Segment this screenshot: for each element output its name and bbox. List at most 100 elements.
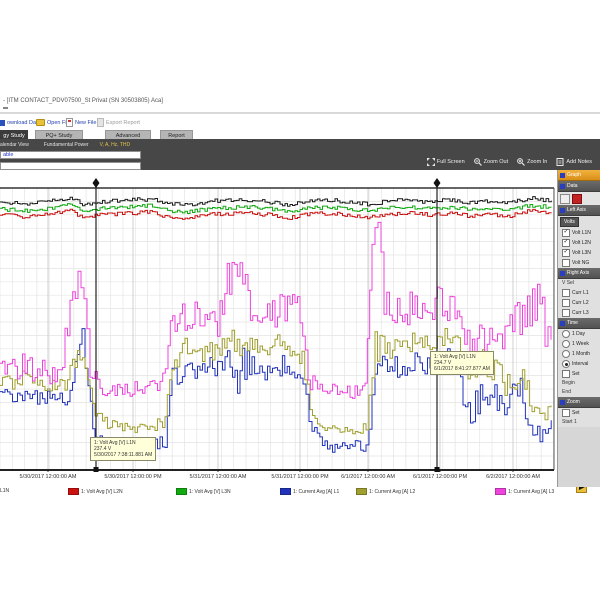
legend-swatch <box>68 488 79 495</box>
cursor-tooltip: 1: Volt Avg [V] L1N237.4 V5/30/2017 7:38… <box>90 437 156 461</box>
panel-header-label: Data <box>567 183 578 189</box>
chart-view-controls: Full Screen Zoom Out Zoom In <box>427 156 592 168</box>
sidebar-checkbox[interactable]: ✓Volt L2N <box>558 238 600 248</box>
export-report-icon <box>97 118 104 127</box>
checkbox-label: Curr L3 <box>572 310 589 316</box>
sidebar-button-row: Volts <box>558 216 600 228</box>
checkbox-label: Set <box>572 371 580 377</box>
download-data-button[interactable]: ownload Data <box>0 117 41 128</box>
x-axis: 5/30/2017 12:00:00 AM5/30/2017 12:00:00 … <box>0 473 556 485</box>
radio-label: Interval <box>572 361 588 367</box>
sidebar-radio[interactable]: 1 Week <box>558 339 600 349</box>
legend-item: 1: Volt Avg [V] L2N <box>68 488 123 495</box>
axis-units-button[interactable]: Volts <box>560 217 579 227</box>
sidebar-panel-header[interactable]: Left Axis <box>558 205 600 216</box>
grid-tool-button[interactable] <box>560 194 570 204</box>
separator <box>0 112 600 114</box>
legend-item: L1N <box>0 488 9 494</box>
x-tick-label: 6/1/2017 12:00:00 AM <box>341 474 395 480</box>
legend-label: 1: Current Avg [A] L3 <box>508 489 554 495</box>
legend-label: 1: Volt Avg [V] L2N <box>81 489 123 495</box>
add-notes-label: Add Notes <box>566 159 592 165</box>
radio-icon <box>562 360 570 368</box>
add-notes-button[interactable]: Add Notes <box>556 158 592 166</box>
legend-swatch <box>280 488 291 495</box>
full-screen-icon <box>427 158 435 166</box>
sidebar-panel-header[interactable]: Right Axis <box>558 268 600 279</box>
x-tick-label: 5/30/2017 12:00:00 PM <box>104 474 161 480</box>
panel-collapse-icon <box>560 208 565 213</box>
secondary-select-input[interactable] <box>0 162 141 170</box>
panel-collapse-icon <box>560 400 565 405</box>
legend-label: 1: Current Avg [A] L1 <box>293 489 339 495</box>
sidebar-checkbox[interactable]: ✓Volt L3N <box>558 248 600 258</box>
sidebar-radio[interactable]: 1 Day <box>558 329 600 339</box>
download-icon <box>0 120 5 126</box>
record-tool-button[interactable] <box>572 194 582 204</box>
radio-label: 1 Month <box>572 351 590 357</box>
full-screen-button[interactable]: Full Screen <box>427 158 465 166</box>
sidebar-checkbox[interactable]: ✓Volt L1N <box>558 228 600 238</box>
radio-icon <box>562 330 570 338</box>
sidebar-checkbox[interactable]: Curr L2 <box>558 298 600 308</box>
sidebar-label: V Sel <box>558 279 600 288</box>
full-screen-label: Full Screen <box>437 159 465 165</box>
sidebar-checkbox[interactable]: Curr L1 <box>558 288 600 298</box>
sidebar-panel-header[interactable]: Zoom <box>558 397 600 408</box>
sidebar-panel-header[interactable]: Time <box>558 318 600 329</box>
menu-v-a-hz-thd[interactable]: V, A, Hz, THD <box>100 142 131 148</box>
legend-swatch <box>176 488 187 495</box>
panel-header-label: Left Axis <box>567 207 586 213</box>
panel-collapse-icon <box>560 321 565 326</box>
sidebar-checkbox[interactable]: Curr L3 <box>558 308 600 318</box>
new-file-label: New File <box>75 120 96 126</box>
sidebar-radio[interactable]: Interval <box>558 359 600 369</box>
sidebar-label: Start 1 <box>558 418 600 427</box>
view-menubar: alendar View Fundamental Power V, A, Hz,… <box>0 140 130 149</box>
legend-item: 1: Current Avg [A] L2 <box>356 488 415 495</box>
sidebar-radio[interactable]: 1 Month <box>558 349 600 359</box>
menu-calendar-view[interactable]: alendar View <box>0 142 29 148</box>
sidebar-checkbox[interactable]: Set <box>558 369 600 379</box>
legend-item: 1: Current Avg [A] L1 <box>280 488 339 495</box>
checkbox-label: Curr L2 <box>572 300 589 306</box>
checkbox-icon <box>562 309 570 317</box>
panel-collapse-icon <box>560 173 565 178</box>
checkbox-label: Curr L1 <box>572 290 589 296</box>
app-window: - [ITM CONTACT_PDV07500_St Privat (SN 30… <box>0 0 600 600</box>
legend-swatch <box>356 488 367 495</box>
checkbox-label: Set <box>572 410 580 416</box>
checkbox-label: Volt NG <box>572 260 589 266</box>
main-toolbar: ownload Data Open File New File Export R… <box>0 115 600 130</box>
legend-item: 1: Current Avg [A] L3 <box>495 488 554 495</box>
export-report-button[interactable]: Export Report <box>97 117 140 128</box>
legend-label: 1: Current Avg [A] L2 <box>369 489 415 495</box>
new-file-icon <box>66 118 73 127</box>
checkbox-icon: ✓ <box>562 229 570 237</box>
sidebar-label: Begin <box>558 379 600 388</box>
zoom-out-button[interactable]: Zoom Out <box>474 158 508 166</box>
zoom-out-icon <box>474 158 482 166</box>
zoom-out-label: Zoom Out <box>484 159 508 165</box>
menu-fundamental-power[interactable]: Fundamental Power <box>44 142 89 148</box>
open-folder-icon <box>36 119 45 126</box>
checkbox-icon <box>562 289 570 297</box>
panel-header-label: Graph <box>567 172 581 178</box>
trend-chart[interactable]: 1: Volt Avg [V] L1N237.4 V5/30/2017 7:38… <box>0 176 556 472</box>
panel-collapse-icon <box>560 271 565 276</box>
legend-item: 1: Volt Avg [V] L3N <box>176 488 231 495</box>
trend-plot <box>0 176 556 472</box>
sidebar-panel-header[interactable]: Graph <box>558 170 600 181</box>
settings-sidebar: GraphDataLeft AxisVolts✓Volt L1N✓Volt L2… <box>557 170 600 487</box>
x-tick-label: 5/31/2017 12:00:00 AM <box>190 474 247 480</box>
legend-swatch <box>495 488 506 495</box>
add-notes-icon <box>556 158 564 166</box>
checkbox-icon: ✓ <box>562 249 570 257</box>
channel-select-input[interactable]: able <box>0 151 141 159</box>
sidebar-checkbox[interactable]: Volt NG <box>558 258 600 268</box>
new-file-button[interactable]: New File <box>66 117 96 128</box>
zoom-in-button[interactable]: Zoom In <box>517 158 547 166</box>
sidebar-checkbox[interactable]: Set <box>558 408 600 418</box>
sidebar-panel-header[interactable]: Data <box>558 181 600 192</box>
checkbox-label: Volt L2N <box>572 240 591 246</box>
